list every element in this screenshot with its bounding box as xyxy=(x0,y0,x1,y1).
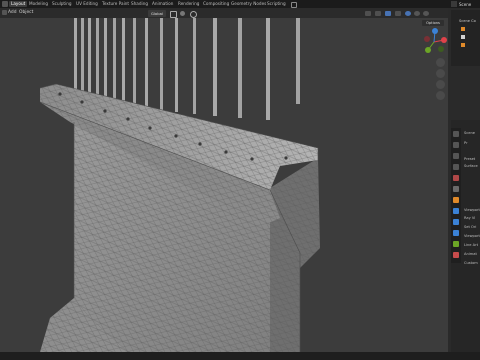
material-tab-icon[interactable] xyxy=(453,252,459,258)
axis-neg-y-icon[interactable] xyxy=(438,46,444,52)
modifier-tab-icon[interactable] xyxy=(453,208,459,214)
render-tab-icon[interactable] xyxy=(453,142,459,148)
tab-texture-paint[interactable]: Texture Paint xyxy=(100,1,131,7)
visibility-icon[interactable] xyxy=(365,11,371,16)
tab-sculpting[interactable]: Sculpting xyxy=(50,1,74,7)
props-viewport-display[interactable]: Viewport xyxy=(464,234,480,238)
outliner-scene-collection[interactable]: Scene Co xyxy=(459,19,476,23)
menu-add[interactable]: Add xyxy=(8,10,17,15)
shading-material-icon[interactable] xyxy=(414,11,420,16)
zoom-icon[interactable] xyxy=(436,58,445,67)
pan-hand-icon[interactable] xyxy=(436,69,445,78)
mesh-render xyxy=(39,18,320,352)
world-tab-icon[interactable] xyxy=(453,186,459,192)
top-bar: Layout Modeling Sculpting UV Editing Tex… xyxy=(0,0,480,8)
props-surface[interactable]: Surface xyxy=(464,164,478,168)
tab-geometry-nodes[interactable]: Geometry Nodes xyxy=(229,1,268,7)
menu-object[interactable]: Object xyxy=(19,10,33,15)
props-line-art[interactable]: Line Art xyxy=(464,243,478,247)
status-bar xyxy=(0,352,480,360)
overlays-icon[interactable] xyxy=(385,11,391,16)
props-custom[interactable]: Custom xyxy=(464,261,478,265)
camera-view-icon[interactable] xyxy=(436,80,445,89)
snap-icon[interactable] xyxy=(180,11,185,16)
tab-scripting[interactable]: Scripting xyxy=(265,1,288,7)
object-tab-icon[interactable] xyxy=(453,197,459,203)
tab-animation[interactable]: Animation xyxy=(150,1,175,7)
particles-tab-icon[interactable] xyxy=(453,219,459,225)
pivot-icon[interactable] xyxy=(170,11,177,18)
perspective-grid-icon[interactable] xyxy=(436,91,445,100)
gizmo-toggle-icon[interactable] xyxy=(375,11,381,16)
proportional-edit-icon[interactable] xyxy=(190,11,197,18)
editor-type-icon[interactable] xyxy=(2,10,7,15)
3d-viewport[interactable] xyxy=(0,18,448,352)
tool-tab-icon[interactable] xyxy=(453,131,459,137)
props-set-origin[interactable]: Set Ori xyxy=(464,225,476,229)
tab-rendering[interactable]: Rendering xyxy=(176,1,201,7)
props-animation[interactable]: Animat xyxy=(464,252,477,256)
options-dropdown[interactable]: Options xyxy=(422,20,444,26)
xray-icon[interactable] xyxy=(395,11,401,16)
props-pr[interactable]: Pr xyxy=(464,141,468,145)
data-tab-icon[interactable] xyxy=(453,241,459,247)
physics-tab-icon[interactable] xyxy=(453,230,459,236)
tab-layout[interactable]: Layout xyxy=(9,1,28,7)
tab-shading[interactable]: Shading xyxy=(129,1,150,7)
axis-x-icon[interactable] xyxy=(441,37,447,43)
blender-logo-icon[interactable] xyxy=(2,1,8,7)
shading-solid-icon[interactable] xyxy=(405,11,411,16)
scene-icon[interactable] xyxy=(451,1,457,7)
tab-uv-editing[interactable]: UV Editing xyxy=(74,1,100,7)
transform-orientation-select[interactable]: Global xyxy=(148,10,166,17)
output-tab-icon[interactable] xyxy=(453,153,459,159)
object-icon xyxy=(461,43,465,47)
axis-z-icon[interactable] xyxy=(432,28,438,34)
mesh-icon xyxy=(461,35,465,39)
scene-tab-icon[interactable] xyxy=(453,175,459,181)
scene-selector[interactable]: Scene xyxy=(459,2,471,7)
axis-y-icon[interactable] xyxy=(425,47,431,53)
props-ray-visibility[interactable]: Ray Vi xyxy=(464,216,475,220)
tab-modeling[interactable]: Modeling xyxy=(27,1,50,7)
props-preset[interactable]: Preset xyxy=(464,157,475,161)
outliner[interactable]: Scene Co xyxy=(451,10,480,66)
props-viewport[interactable]: Viewport xyxy=(464,208,480,212)
collection-icon xyxy=(461,27,465,31)
shading-rendered-icon[interactable] xyxy=(423,11,429,16)
props-header-scene: Scene xyxy=(464,131,475,135)
tab-compositing[interactable]: Compositing xyxy=(201,1,231,7)
view-layer-tab-icon[interactable] xyxy=(453,164,459,170)
axis-neg-x-icon[interactable] xyxy=(424,36,430,42)
